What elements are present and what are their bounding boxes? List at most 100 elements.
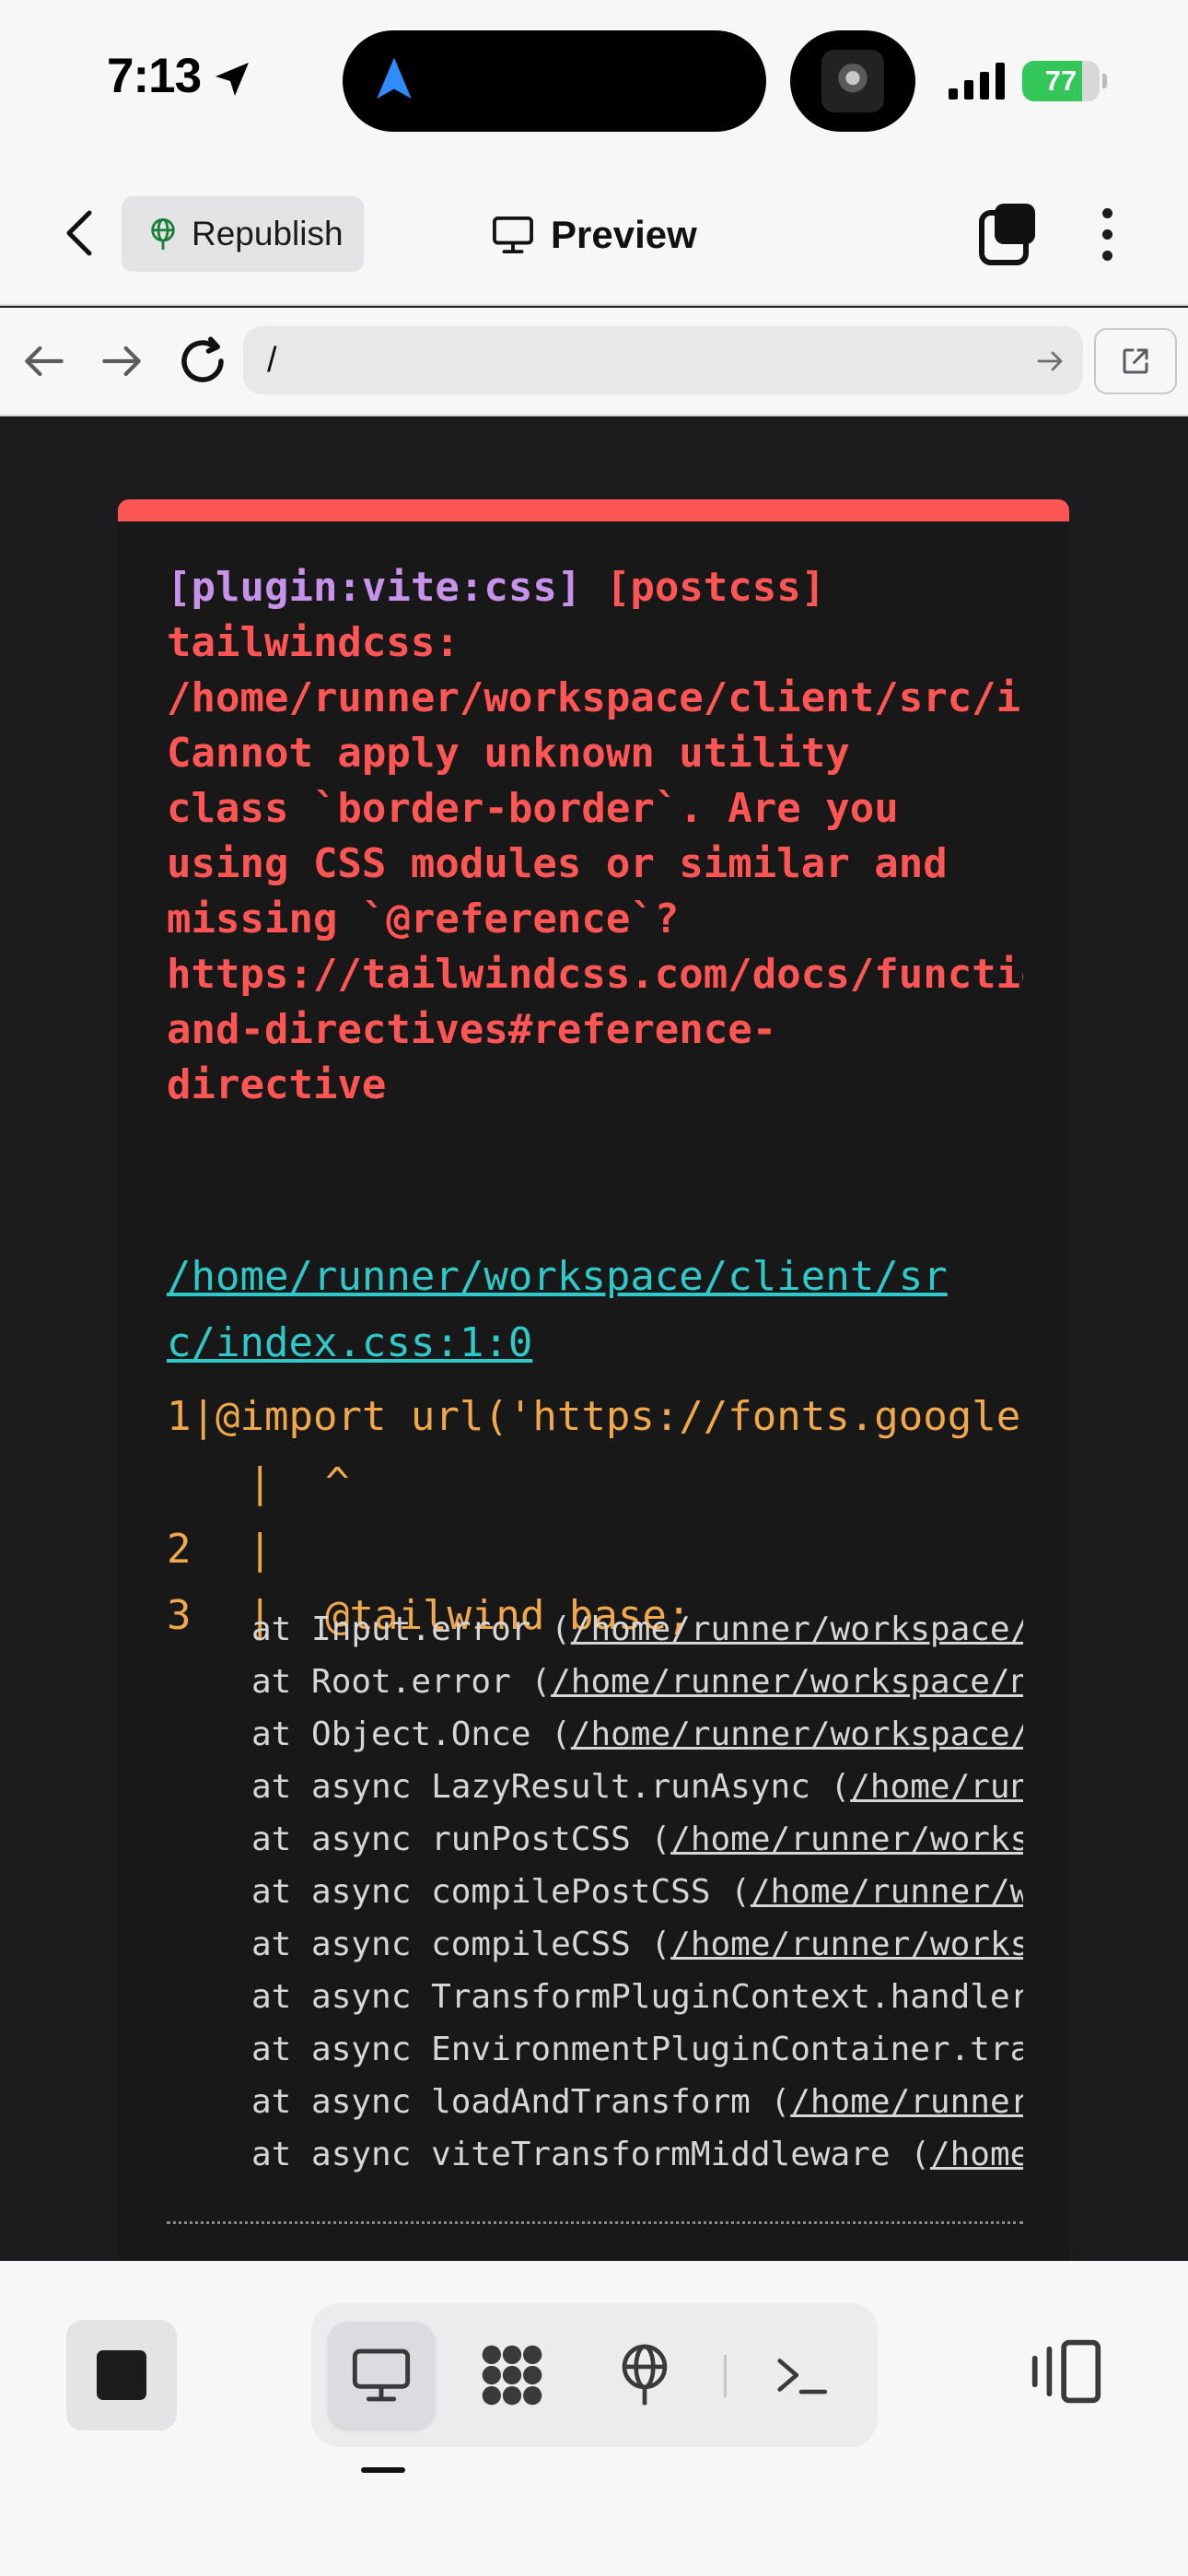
stack-frame: at Root.error (/home/runner/workspace/no… [251,1656,1023,1708]
battery-indicator: 77 [1022,61,1107,101]
arrow-left-icon[interactable] [18,335,70,387]
line-number: 3 [167,1592,192,1639]
stack-frame-link[interactable]: /home/runner/workspace/node_modules/vite [670,1926,1023,1963]
bottom-toolbar [0,2261,1188,2576]
browser-bar: / [0,308,1188,416]
stack-frame-link[interactable]: /home/runner/workspace/node_modules/post… [571,1610,1023,1648]
preview-content: [plugin:vite:css] [postcss] tailwindcss:… [0,416,1188,2261]
line-number [167,1450,248,1516]
code-line: | ^ [167,1450,1023,1516]
line-code: ^ [325,1459,350,1506]
open-external-button[interactable] [1094,328,1177,394]
stack-frame-link[interactable]: /home/runner/workspace/node_modules/vite [930,2136,1023,2173]
url-text: / [267,341,277,380]
stack-frame-link[interactable]: /home/runner/workspace/node_modules/vite [751,1873,1023,1911]
deploy-icon [622,2344,668,2406]
shell-button[interactable] [748,2322,855,2429]
shell-icon [777,2359,828,2395]
external-link-icon [1123,348,1148,374]
toolbar-divider [724,2355,727,2397]
error-file-link[interactable]: /home/runner/workspace/client/sr c/index… [167,1244,1023,1376]
stack-frame: at Input.error (/home/runner/workspace/n… [251,1603,1023,1656]
stack-frame-call: at async compileCSS ( [251,1926,671,1963]
now-playing-bubble [790,30,915,132]
stack-frame: at async TransformPluginContext.handler [251,1971,1023,2023]
line-separator: | [248,1526,273,1573]
dot [1101,207,1112,218]
stack-frame-link[interactable]: /home/runner/workspace/node_modules/@tai… [571,1715,1023,1753]
status-time: 7:13 [107,49,202,103]
back-button[interactable] [52,204,107,263]
tabs-icon[interactable] [978,202,1037,266]
stack-frame-call: at async loadAndTransform ( [251,2083,791,2121]
stack-frame: at async LazyResult.runAsync (/home/runn… [251,1761,1023,1813]
workspace-icon [482,2345,542,2406]
navigation-arrow-icon [377,57,412,99]
stack-frame-link[interactable]: /home/runner/workspace/node_modules/vite [790,2083,1023,2121]
stack-frame-call: at async TransformPluginContext.handler [251,1978,1023,2016]
url-input[interactable]: / [243,326,1083,394]
republish-button[interactable]: Republish [122,196,364,272]
plugin-tag: [plugin:vite:css] [167,564,582,611]
more-vertical-icon[interactable] [1083,202,1131,266]
monitor-icon [493,216,533,254]
active-view-indicator [361,2467,405,2473]
dot [1101,250,1112,261]
stack-frame-link[interactable]: /home/runner/workspace/node_modules/post… [551,1663,1023,1701]
error-accent-bar [118,499,1069,521]
reload-icon[interactable] [175,334,230,389]
dot [1101,228,1112,240]
view-switcher [311,2303,878,2447]
globe-icon [151,218,175,250]
workspace-button[interactable] [459,2322,565,2429]
stack-frame-call: at async EnvironmentPluginContainer.tran… [251,2031,1023,2068]
preview-label: Preview [551,213,697,256]
stack-frame-call: at async LazyResult.runAsync ( [251,1768,851,1806]
stack-frame: at async loadAndTransform (/home/runner/… [251,2076,1023,2128]
stack-frame: at async EnvironmentPluginContainer.tran… [251,2023,1023,2076]
stack-trace: at Input.error (/home/runner/workspace/n… [251,1603,1023,2181]
battery-nub [1102,74,1107,88]
stack-frame-call: at Root.error ( [251,1663,552,1701]
stop-icon [97,2350,146,2400]
error-overlay: [plugin:vite:css] [postcss] tailwindcss:… [118,499,1069,2261]
arrow-right-small-icon[interactable] [1033,345,1066,378]
location-arrow-icon [215,63,249,96]
arrow-right-icon[interactable] [96,335,147,387]
status-bar: 7:13 77 [0,0,1188,161]
stack-frame-call: at async compilePostCSS ( [251,1873,751,1911]
preview-tab[interactable]: Preview [492,198,697,272]
line-number: 2 [167,1526,192,1573]
code-line: 1|@import url('https://fonts.googleapis.… [167,1384,1023,1450]
stack-frame-call: at Input.error ( [251,1610,571,1648]
stack-frame-call: at async runPostCSS ( [251,1821,671,1858]
line-code: @import url('https://fonts.googleapis.co… [215,1393,1023,1440]
cellular-signal-icon [949,63,1005,100]
stack-frame-link[interactable]: /home/runner/workspace/node_modules/post… [850,1768,1023,1806]
dynamic-island [343,30,766,132]
stack-frame: at async compileCSS (/home/runner/worksp… [251,1918,1023,1971]
line-number: 1 [167,1393,192,1440]
stop-button[interactable] [66,2320,177,2430]
desktop-view-button[interactable] [328,2322,435,2429]
chevron-left-icon [66,210,92,256]
desktop-icon [352,2348,411,2402]
republish-label: Republish [192,215,344,252]
battery-level: 77 [1044,64,1077,97]
stack-frame: at async viteTransformMiddleware (/home/… [251,2128,1023,2181]
error-message: [plugin:vite:css] [postcss] tailwindcss:… [167,560,1023,1113]
line-separator: | [248,1459,273,1506]
stack-frame: at async runPostCSS (/home/runner/worksp… [251,1813,1023,1866]
stack-frame-call: at async viteTransformMiddleware ( [251,2136,930,2173]
line-separator: | [191,1393,216,1440]
deploy-button[interactable] [591,2322,698,2429]
dotted-divider [167,2221,1023,2224]
stack-frame: at Object.Once (/home/runner/workspace/n… [251,1708,1023,1761]
code-line: 2 | [167,1516,1023,1583]
app-header: Republish Preview [0,161,1188,306]
stack-frame: at async compilePostCSS (/home/runner/wo… [251,1866,1023,1918]
error-text: [postcss] tailwindcss: /home/runner/work… [167,564,1023,1108]
layout-icon[interactable] [1030,2335,1103,2408]
stack-frame-link[interactable]: /home/runner/workspace/node_modules/vite [670,1821,1023,1858]
album-art-icon [821,50,884,112]
